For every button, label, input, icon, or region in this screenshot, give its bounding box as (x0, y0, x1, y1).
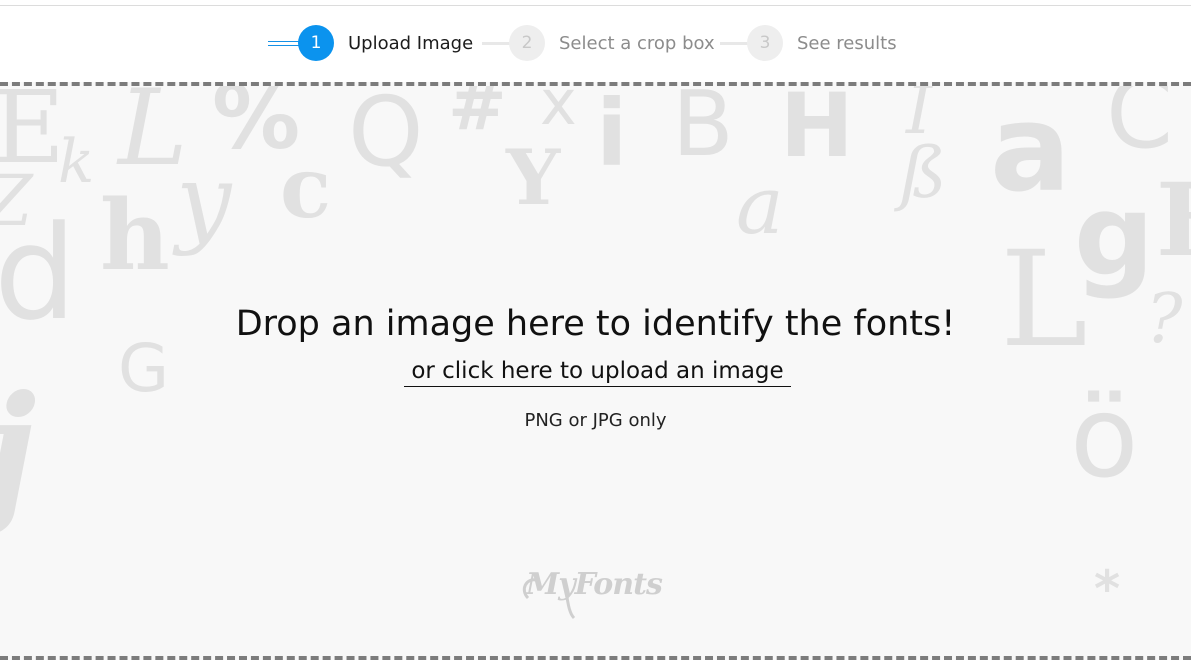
bg-glyph: F (1156, 170, 1191, 270)
stepper-connector-2 (720, 42, 750, 45)
bg-glyph: a (990, 82, 1071, 219)
myfonts-logo: MyFonts (522, 567, 664, 620)
bg-glyph: h (100, 179, 170, 292)
myfonts-logo-text: MyFonts (525, 567, 663, 602)
step-label: Upload Image (348, 32, 474, 54)
step-see-results[interactable]: 3 See results (747, 25, 897, 61)
bg-glyph: c (280, 138, 332, 237)
image-drop-zone[interactable]: E k L % Q # x i B H I a Y c y h Z d G j … (0, 82, 1191, 660)
step-label: See results (797, 32, 897, 54)
bg-glyph: * (1094, 560, 1121, 618)
bg-glyph: G (118, 330, 170, 407)
stepper-connector-1 (482, 42, 512, 45)
step-label: Select a crop box (559, 32, 715, 54)
drop-zone-headline: Drop an image here to identify the fonts… (235, 304, 956, 344)
bg-glyph: B (672, 82, 734, 177)
bg-glyph: y (176, 144, 232, 258)
stepper-lead-line (268, 41, 302, 46)
progress-stepper: 1 Upload Image 2 Select a crop box 3 See… (0, 0, 1191, 84)
upload-image-link[interactable]: or click here to upload an image (404, 358, 791, 387)
bg-glyph: x (540, 82, 577, 139)
bg-glyph: H (780, 82, 854, 177)
step-upload-image[interactable]: 1 Upload Image (298, 25, 473, 61)
accepted-formats-note: PNG or JPG only (524, 410, 667, 431)
step-number-badge: 1 (298, 25, 334, 61)
bg-glyph: g (1074, 171, 1155, 301)
bg-glyph: k (58, 127, 95, 197)
step-number-badge: 3 (747, 25, 783, 61)
bg-glyph: C (1106, 82, 1174, 170)
step-select-crop-box[interactable]: 2 Select a crop box (509, 25, 715, 61)
bg-glyph: Y (506, 133, 561, 222)
bg-glyph: j (0, 376, 36, 526)
bg-glyph: ö (1070, 373, 1139, 503)
bg-glyph: ß (900, 132, 947, 214)
bg-glyph: Q (348, 82, 424, 188)
bg-glyph: i (596, 82, 628, 187)
bg-glyph: a (736, 159, 784, 252)
step-number-badge: 2 (509, 25, 545, 61)
bg-glyph: # (448, 82, 507, 146)
